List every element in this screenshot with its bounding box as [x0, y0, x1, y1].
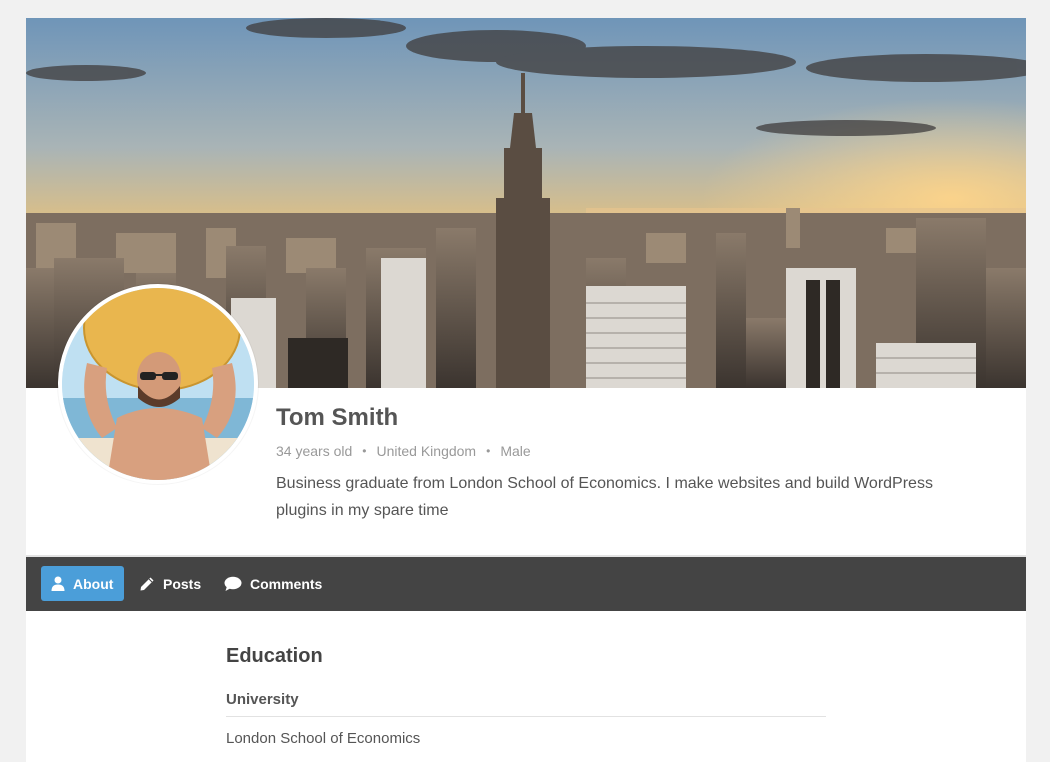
profile-country: United Kingdom — [376, 443, 477, 459]
profile-tabs: About Posts Comments — [26, 555, 1026, 611]
profile-meta: 34 years old • United Kingdom • Male — [276, 443, 531, 459]
field-value-university: London School of Economics — [226, 730, 421, 747]
speech-bubble-icon — [224, 576, 242, 592]
tab-comments-label: Comments — [250, 575, 323, 592]
avatar — [58, 284, 258, 484]
meta-separator: • — [486, 444, 491, 458]
profile-bio: Business graduate from London School of … — [276, 475, 933, 519]
field-divider — [226, 716, 826, 717]
meta-separator: • — [362, 444, 367, 458]
section-title-education: Education — [226, 645, 323, 667]
user-icon — [51, 576, 65, 591]
tab-posts[interactable]: Posts — [129, 566, 211, 601]
field-label-university: University — [226, 691, 299, 708]
tab-comments[interactable]: Comments — [214, 566, 332, 601]
profile-card: Tom Smith 34 years old • United Kingdom … — [26, 18, 1026, 762]
profile-gender: Male — [500, 443, 531, 459]
profile-name: Tom Smith — [276, 404, 399, 431]
profile-age: 34 years old — [276, 443, 353, 459]
tab-about[interactable]: About — [41, 566, 124, 601]
pencil-icon — [139, 576, 155, 592]
tab-posts-label: Posts — [163, 575, 202, 592]
tab-about-label: About — [73, 575, 114, 592]
